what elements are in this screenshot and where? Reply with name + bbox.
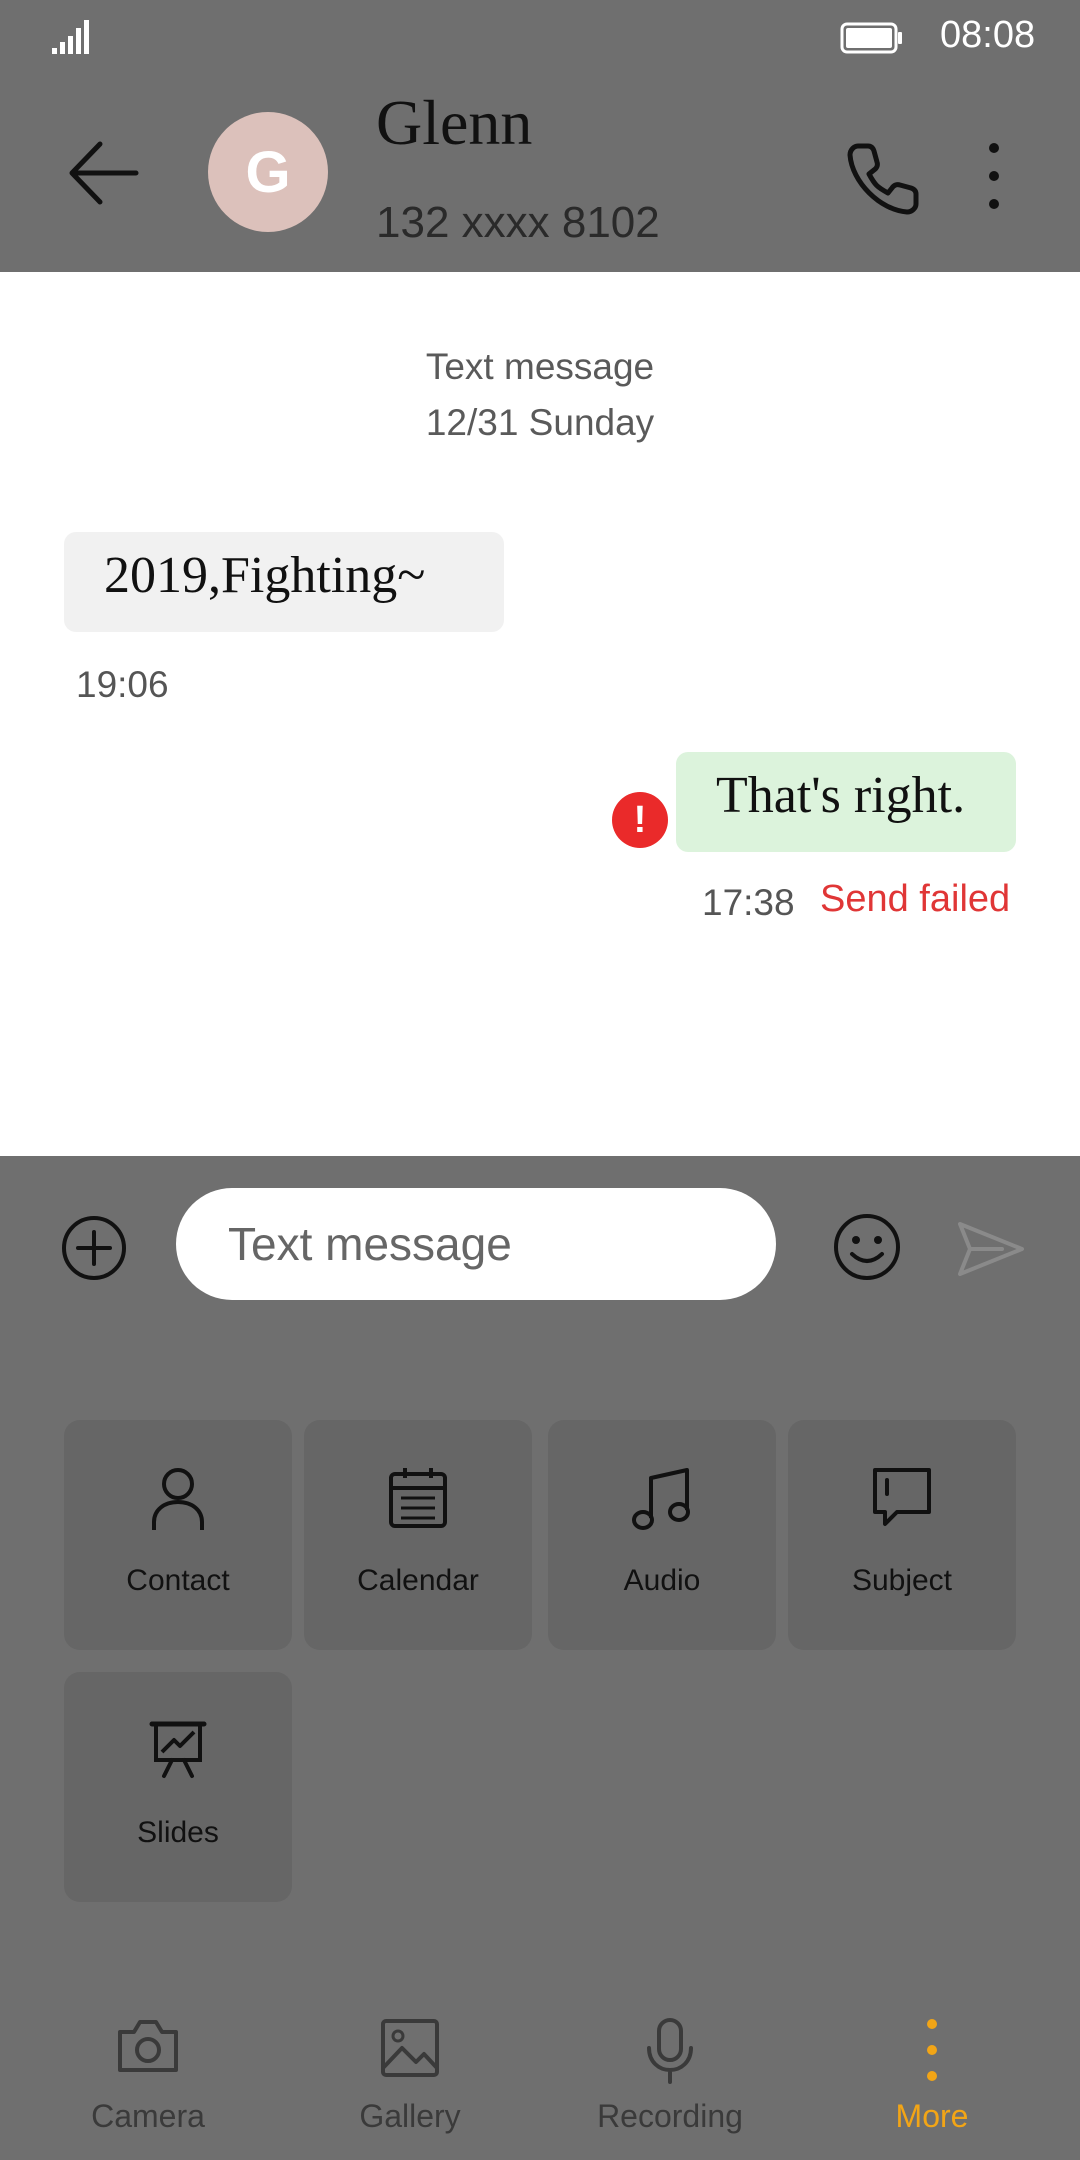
message-input[interactable] — [176, 1188, 776, 1300]
signal-icon — [52, 20, 89, 54]
avatar[interactable]: G — [208, 112, 328, 232]
tab-recording-label: Recording — [597, 2098, 743, 2134]
outgoing-message-time: 17:38 — [702, 882, 795, 923]
conversation-header: G Glenn 132 xxxx 8102 — [0, 72, 1080, 272]
add-circle-icon[interactable] — [60, 1214, 128, 1282]
phone-icon[interactable] — [844, 138, 924, 218]
date-separator: 12/31 Sunday — [425, 402, 655, 443]
attach-audio-button[interactable]: Audio — [548, 1420, 776, 1650]
attach-slides-button[interactable]: Slides — [64, 1672, 292, 1902]
attach-calendar-button[interactable]: Calendar — [304, 1420, 532, 1650]
composer — [0, 1156, 1080, 1356]
outgoing-message-bubble[interactable]: That's right. — [676, 752, 1016, 852]
attach-subject-label: Subject — [851, 1564, 953, 1597]
tab-camera-label: Camera — [91, 2098, 205, 2134]
conversation-area[interactable]: Text message 12/31 Sunday 2019,Fighting~… — [0, 272, 1080, 1156]
send-icon[interactable] — [956, 1214, 1026, 1284]
gallery-icon — [381, 2019, 439, 2077]
attach-slides-label: Slides — [137, 1816, 219, 1849]
contact-number: 132 xxxx 8102 — [376, 198, 660, 247]
bottom-toolbar: Camera Gallery Recording More — [0, 1992, 1080, 2160]
attach-contact-button[interactable]: Contact — [64, 1420, 292, 1650]
tab-camera[interactable]: Camera — [48, 1992, 248, 2160]
message-type-label: Text message — [425, 346, 655, 387]
attach-audio-label: Audio — [623, 1564, 701, 1597]
slides-icon — [149, 1721, 207, 1778]
tab-more[interactable]: More — [832, 1992, 1032, 2160]
tab-recording[interactable]: Recording — [570, 1992, 770, 2160]
music-note-icon — [632, 1468, 690, 1530]
camera-icon — [118, 2020, 178, 2072]
send-failed-status: Send failed — [820, 878, 1011, 920]
more-vertical-icon — [927, 2019, 937, 2081]
incoming-message-bubble[interactable]: 2019,Fighting~ — [64, 532, 504, 632]
tab-gallery[interactable]: Gallery — [310, 1992, 510, 2160]
error-icon[interactable]: ! — [612, 792, 668, 848]
status-time: 08:08 — [940, 14, 1036, 56]
person-icon — [152, 1468, 204, 1530]
attach-contact-label: Contact — [126, 1564, 230, 1597]
tab-gallery-label: Gallery — [359, 2098, 461, 2134]
status-bar: 08:08 — [0, 0, 1080, 72]
more-vertical-icon[interactable] — [972, 136, 1016, 216]
attach-calendar-label: Calendar — [357, 1564, 479, 1597]
attach-subject-button[interactable]: Subject — [788, 1420, 1016, 1650]
microphone-icon — [647, 2018, 693, 2084]
subject-icon — [873, 1468, 931, 1526]
emoji-icon[interactable] — [832, 1212, 902, 1282]
contact-name: Glenn — [376, 87, 533, 158]
incoming-message-time: 19:06 — [76, 664, 169, 705]
tab-more-label: More — [895, 2098, 969, 2134]
calendar-icon — [389, 1468, 447, 1528]
back-arrow-icon[interactable] — [64, 138, 144, 208]
battery-icon — [840, 22, 902, 54]
